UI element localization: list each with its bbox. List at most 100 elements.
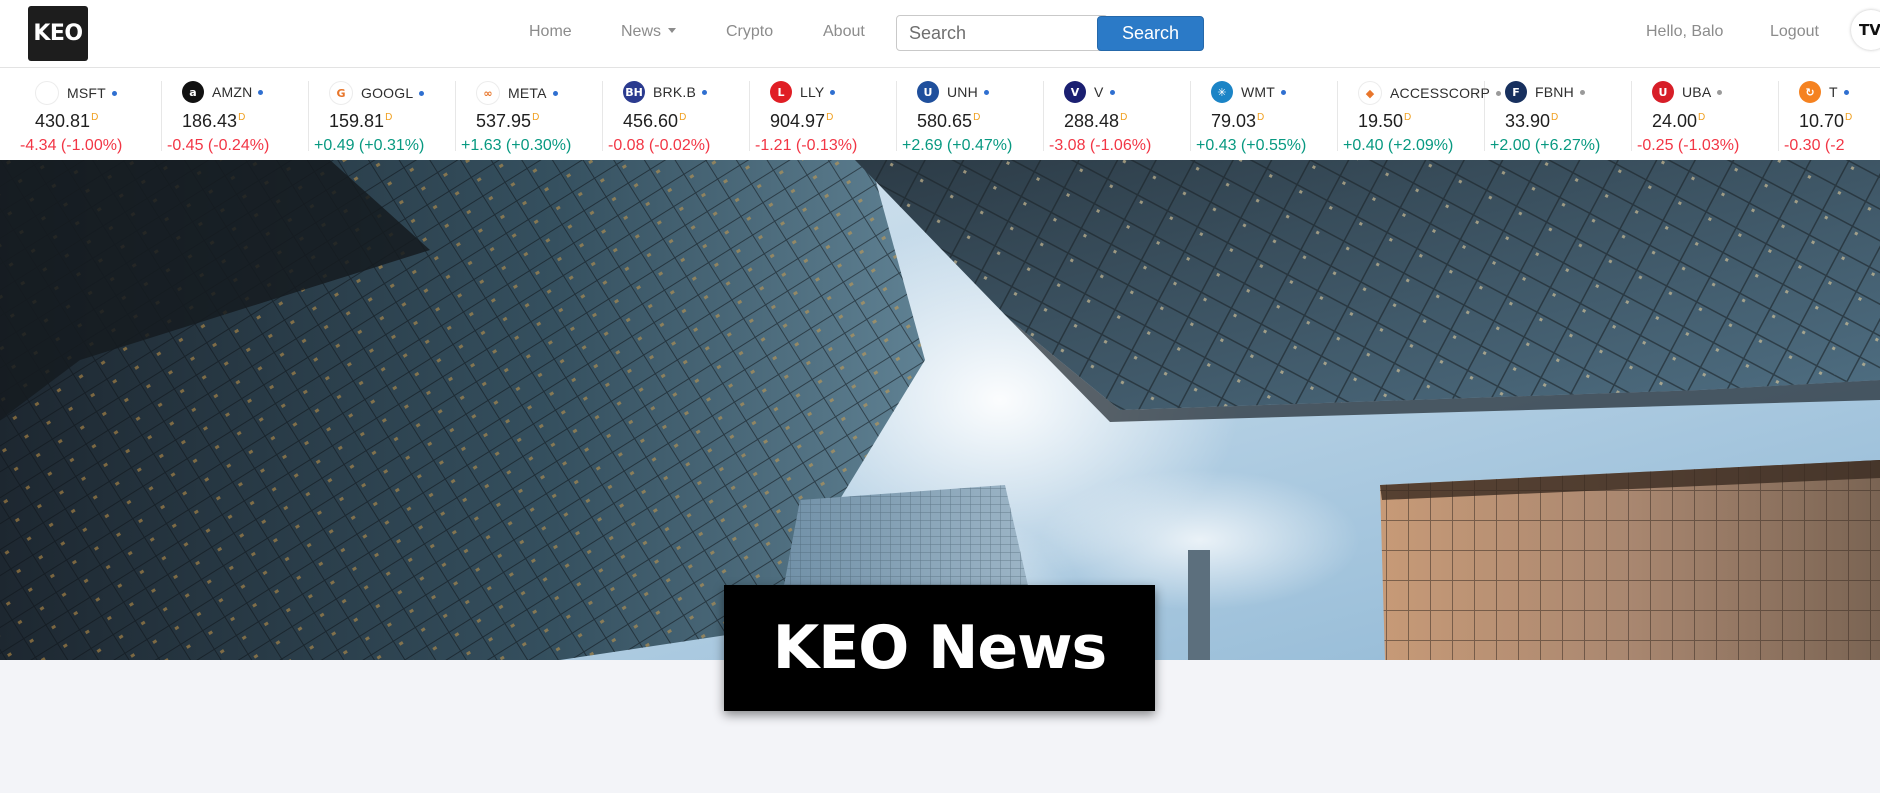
nav-home-link[interactable]: Home	[529, 23, 572, 41]
ticker-symbol: BRK.B	[653, 84, 697, 100]
ticker-price-value: 186.43	[182, 111, 238, 131]
ticker-price: 456.60D	[623, 111, 686, 132]
ticker-symbol: V	[1094, 84, 1104, 100]
market-status-dot-icon	[111, 90, 117, 96]
ticker-price-value: 19.50	[1358, 111, 1404, 131]
ticker-price-value: 580.65	[917, 111, 973, 131]
ticker-change: +0.49 (+0.31%)	[314, 137, 425, 154]
ticker-price-value: 904.97	[770, 111, 826, 131]
ticker-price: 580.65D	[917, 111, 980, 132]
ticker-item[interactable]: ◆ ACCESSCORP 19.50D +0.40 (+2.09%)	[1338, 81, 1502, 154]
ticker-symbol: AMZN	[212, 84, 253, 100]
ticker-item[interactable]: a AMZN 186.43D -0.45 (-0.24%)	[162, 81, 309, 154]
delayed-data-icon: D	[385, 112, 393, 123]
chevron-down-icon	[668, 28, 677, 33]
ticker-change: -0.45 (-0.24%)	[167, 137, 270, 154]
ticker-price-value: 24.00	[1652, 111, 1698, 131]
ticker-header: U UBA	[1652, 81, 1723, 103]
ticker-change: +1.63 (+0.30%)	[461, 137, 572, 154]
ticker-item[interactable]: BH BRK.B 456.60D -0.08 (-0.02%)	[603, 81, 750, 154]
delayed-data-icon: D	[1845, 112, 1853, 123]
ticker-change: -0.30 (-2	[1784, 137, 1845, 154]
ticker-price: 79.03D	[1211, 111, 1264, 132]
market-status-dot-icon	[1579, 89, 1585, 95]
market-status-dot-icon	[983, 89, 989, 95]
berkshire-icon: BH	[623, 81, 645, 103]
visa-icon: V	[1064, 81, 1086, 103]
ticker-price-value: 79.03	[1211, 111, 1257, 131]
brand-logo[interactable]: KEO	[28, 6, 88, 61]
transcorp-icon: ↻	[1799, 81, 1821, 103]
ticker-item[interactable]: F FBNH 33.90D +2.00 (+6.27%)	[1485, 81, 1632, 154]
ticker-header: ↻ T	[1799, 81, 1849, 103]
market-status-dot-icon	[552, 90, 558, 96]
search-input[interactable]	[896, 15, 1108, 51]
delayed-data-icon: D	[679, 112, 687, 123]
ticker-symbol: WMT	[1241, 84, 1276, 100]
delayed-data-icon: D	[1551, 112, 1559, 123]
ticker-price: 430.81D	[35, 111, 98, 132]
ticker-price-value: 33.90	[1505, 111, 1551, 131]
search-button[interactable]: Search	[1097, 16, 1204, 51]
delayed-data-icon: D	[91, 112, 99, 123]
nav-news-label: News	[621, 23, 662, 40]
ticker-header: VV	[1064, 81, 1115, 103]
market-status-dot-icon	[1717, 89, 1723, 95]
ticker-change: -0.08 (-0.02%)	[608, 137, 711, 154]
market-status-dot-icon	[702, 89, 708, 95]
hero-title: KEO News	[724, 585, 1155, 711]
nav-news-dropdown[interactable]: News	[621, 23, 677, 41]
ticker-change: +0.43 (+0.55%)	[1196, 137, 1307, 154]
ticker-symbol: MSFT	[67, 85, 106, 101]
ticker-price: 33.90D	[1505, 111, 1558, 132]
ticker-change: +2.00 (+6.27%)	[1490, 137, 1601, 154]
ticker-symbol: LLY	[800, 84, 825, 100]
amazon-icon: a	[182, 81, 204, 103]
nav-crypto-link[interactable]: Crypto	[726, 23, 773, 41]
ticker-change: -0.25 (-1.03%)	[1637, 137, 1740, 154]
delayed-data-icon: D	[1698, 112, 1706, 123]
ticker-price-value: 288.48	[1064, 111, 1120, 131]
ticker-item[interactable]: MSFT 430.81D -4.34 (-1.00%)	[15, 81, 162, 154]
ticker-change: -3.08 (-1.06%)	[1049, 137, 1152, 154]
ticker-price: 537.95D	[476, 111, 539, 132]
ticker-item[interactable]: U UNH 580.65D +2.69 (+0.47%)	[897, 81, 1044, 154]
ticker-header: U UNH	[917, 81, 989, 103]
user-greeting[interactable]: Hello, Balo	[1646, 23, 1723, 41]
ticker-change: +2.69 (+0.47%)	[902, 137, 1013, 154]
microsoft-icon	[35, 81, 59, 105]
ticker-price: 24.00D	[1652, 111, 1705, 132]
ticker-price: 904.97D	[770, 111, 833, 132]
delayed-data-icon: D	[826, 112, 834, 123]
ticker-symbol: GOOGL	[361, 85, 414, 101]
ticker-item[interactable]: ∞ META 537.95D +1.63 (+0.30%)	[456, 81, 603, 154]
ticker-item[interactable]: ✳ WMT 79.03D +0.43 (+0.55%)	[1191, 81, 1338, 154]
market-status-dot-icon	[1281, 89, 1287, 95]
ticker-symbol: META	[508, 85, 547, 101]
delayed-data-icon: D	[1257, 112, 1265, 123]
ticker-item[interactable]: G GOOGL 159.81D +0.49 (+0.31%)	[309, 81, 456, 154]
ticker-change: +0.40 (+2.09%)	[1343, 137, 1454, 154]
logout-link[interactable]: Logout	[1770, 23, 1819, 41]
ticker-price-value: 10.70	[1799, 111, 1845, 131]
ticker-change: -4.34 (-1.00%)	[20, 137, 123, 154]
market-status-dot-icon	[419, 90, 425, 96]
delayed-data-icon: D	[238, 112, 246, 123]
ticker-price: 159.81D	[329, 111, 392, 132]
ticker-header: G GOOGL	[329, 81, 425, 105]
ticker-item[interactable]: L LLY 904.97D -1.21 (-0.13%)	[750, 81, 897, 154]
ticker-item[interactable]: ↻ T 10.70D -0.30 (-2	[1779, 81, 1880, 154]
ticker-header: F FBNH	[1505, 81, 1585, 103]
uba-icon: U	[1652, 81, 1674, 103]
market-status-dot-icon	[830, 89, 836, 95]
ticker-price-value: 430.81	[35, 111, 91, 131]
delayed-data-icon: D	[532, 112, 540, 123]
ticker-symbol: UBA	[1682, 84, 1712, 100]
ticker-header: a AMZN	[182, 81, 264, 103]
delayed-data-icon: D	[1404, 112, 1412, 123]
ticker-item[interactable]: U UBA 24.00D -0.25 (-1.03%)	[1632, 81, 1779, 154]
access-bank-icon: ◆	[1358, 81, 1382, 105]
delayed-data-icon: D	[1120, 112, 1128, 123]
ticker-item[interactable]: V V 288.48D -3.08 (-1.06%)	[1044, 81, 1191, 154]
nav-about-link[interactable]: About	[823, 23, 865, 41]
